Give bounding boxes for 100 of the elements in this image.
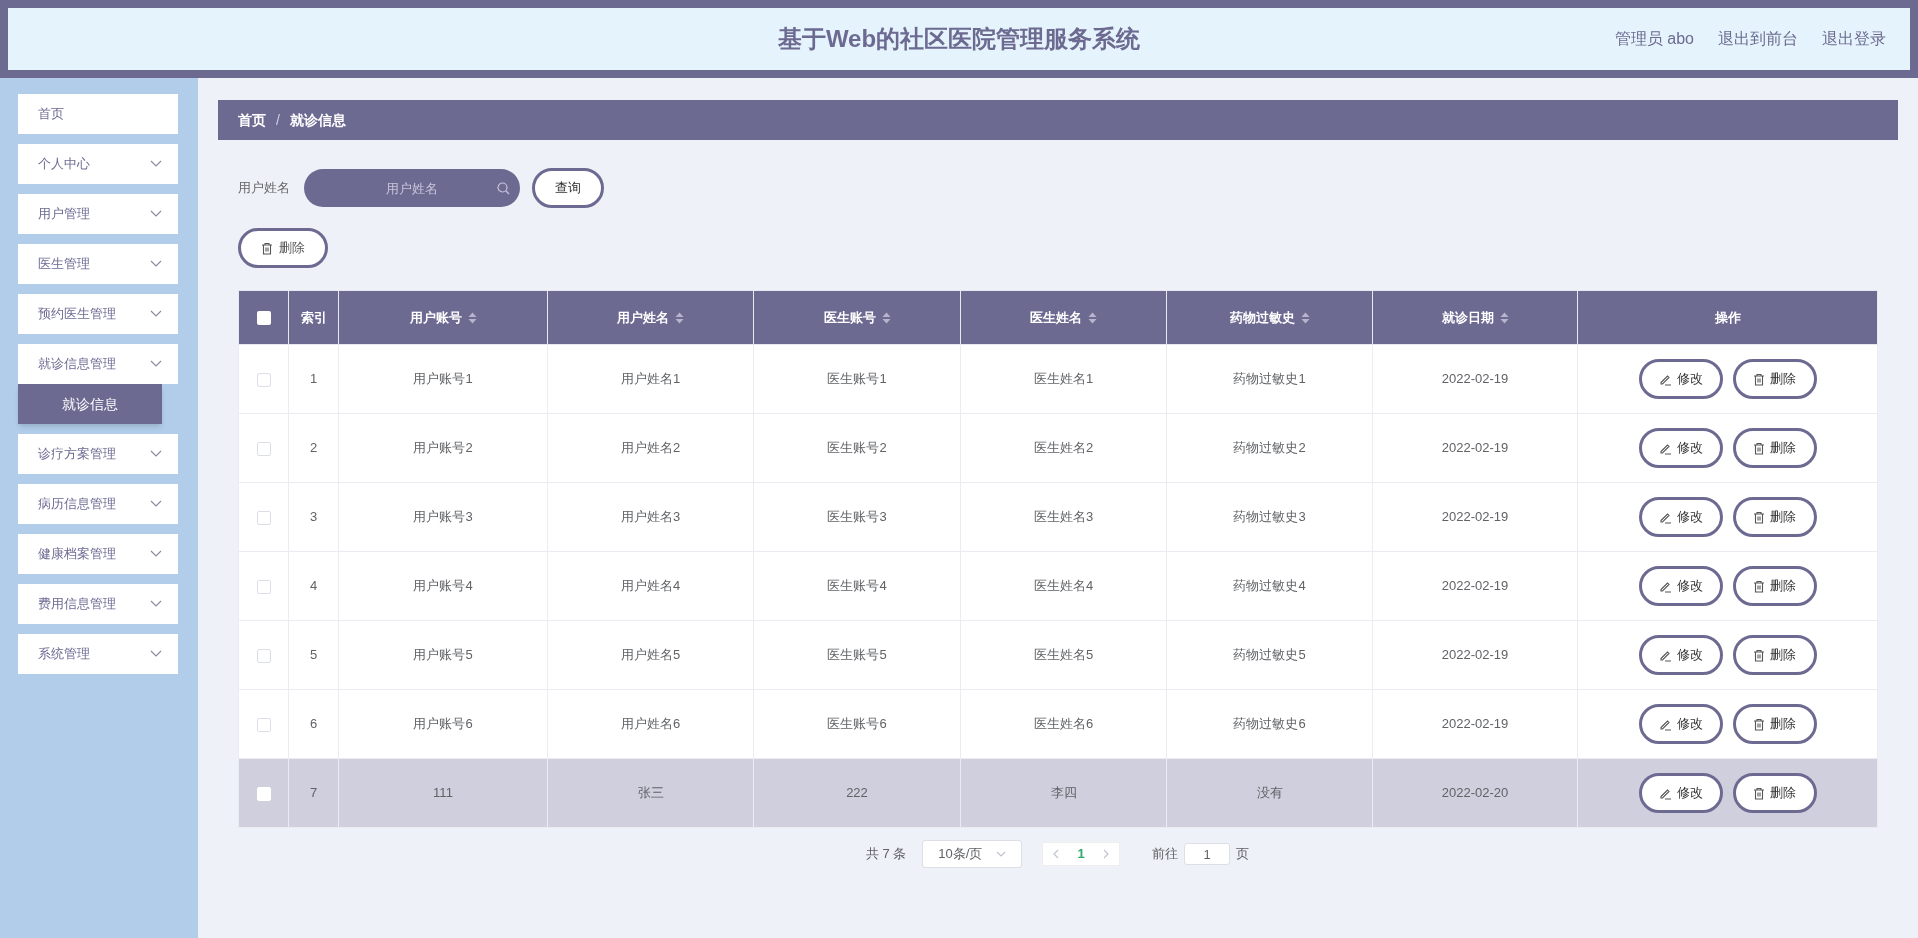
header-link[interactable]: 退出到前台 xyxy=(1718,27,1798,51)
sort-icon[interactable] xyxy=(881,311,891,324)
breadcrumb-link[interactable]: 首页 xyxy=(238,109,266,131)
chevron-down-icon xyxy=(150,360,162,368)
edit-button[interactable]: 修改 xyxy=(1638,497,1723,537)
chevron-down-icon xyxy=(150,160,162,168)
edit-button[interactable]: 修改 xyxy=(1638,428,1723,468)
app-title: 基于Web的社区医院管理服务系统 xyxy=(777,25,1141,52)
search-icon xyxy=(497,181,510,195)
submenu-item[interactable]: 就诊信息 xyxy=(18,384,162,424)
sort-icon[interactable] xyxy=(467,311,477,324)
table-cell: 用户账号4 xyxy=(413,578,473,594)
table-cell: 2022-02-19 xyxy=(1441,647,1509,663)
delete-button[interactable]: 删除 xyxy=(1732,359,1817,399)
header-text: 用户姓名 xyxy=(617,308,669,327)
chevron-down-icon xyxy=(150,500,162,508)
table-cell: 用户姓名1 xyxy=(620,371,681,387)
table-cell: 药物过敏史5 xyxy=(1233,647,1306,663)
sidebar-item[interactable]: 用户管理 xyxy=(18,194,178,234)
table-cell: 医生姓名2 xyxy=(1033,440,1094,456)
table-cell: 用户账号6 xyxy=(413,716,473,732)
delete-button[interactable]: 删除 xyxy=(1732,428,1817,468)
header-text: 用户账号 xyxy=(409,308,462,327)
delete-button[interactable]: 删除 xyxy=(238,228,328,268)
chevron-down-icon xyxy=(150,210,162,218)
table-cell: 医生账号2 xyxy=(827,440,887,456)
sidebar-item[interactable]: 就诊信息管理 xyxy=(18,344,178,384)
sidebar-item[interactable]: 个人中心 xyxy=(18,144,178,184)
edit-button[interactable]: 修改 xyxy=(1638,359,1723,399)
delete-button[interactable]: 删除 xyxy=(1732,497,1817,537)
delete-button[interactable]: 删除 xyxy=(1732,773,1817,813)
sidebar-item[interactable]: 健康档案管理 xyxy=(18,534,178,574)
pencil-icon xyxy=(1658,510,1672,524)
goto-label: 前往 xyxy=(1152,845,1179,864)
table-cell: 2022-02-19 xyxy=(1441,716,1509,732)
table-cell: 药物过敏史2 xyxy=(1233,440,1306,456)
table-cell: 医生姓名4 xyxy=(1033,578,1094,594)
table-cell: 6 xyxy=(309,716,318,732)
chevron-down-icon xyxy=(150,310,162,318)
trash-icon xyxy=(1753,717,1765,731)
sidebar-item[interactable]: 系统管理 xyxy=(18,634,178,674)
edit-button[interactable]: 修改 xyxy=(1638,773,1723,813)
pencil-icon xyxy=(1658,372,1672,386)
row-checkbox[interactable] xyxy=(256,579,271,594)
row-checkbox[interactable] xyxy=(256,441,271,456)
table-cell: 医生姓名3 xyxy=(1033,509,1094,525)
select-all-checkbox[interactable] xyxy=(256,311,271,326)
table-cell: 111 xyxy=(433,785,453,801)
row-checkbox[interactable] xyxy=(256,372,271,387)
table-cell: 医生姓名6 xyxy=(1033,716,1094,732)
pencil-icon xyxy=(1658,579,1672,593)
header-text: 操作 xyxy=(1714,308,1741,327)
sidebar-item[interactable]: 预约医生管理 xyxy=(18,294,178,334)
table-cell: 用户账号3 xyxy=(413,509,473,525)
table-cell: 张三 xyxy=(637,785,664,801)
table-cell: 2 xyxy=(309,440,318,456)
user-label: 管理员 abo xyxy=(1614,29,1694,49)
row-checkbox[interactable] xyxy=(256,648,271,663)
table-cell: 5 xyxy=(309,647,318,663)
trash-icon xyxy=(1753,579,1765,593)
sort-icon[interactable] xyxy=(1300,311,1310,324)
table-cell: 药物过敏史6 xyxy=(1233,716,1306,732)
sidebar-item[interactable]: 医生管理 xyxy=(18,244,178,284)
breadcrumb-separator: / xyxy=(276,110,280,130)
pencil-icon xyxy=(1658,648,1672,662)
delete-button[interactable]: 删除 xyxy=(1732,704,1817,744)
page-size-select[interactable]: 10条/页 xyxy=(922,840,1023,868)
table-cell: 2022-02-20 xyxy=(1441,785,1509,801)
sort-icon[interactable] xyxy=(1499,311,1509,324)
header-text: 就诊日期 xyxy=(1441,308,1494,327)
sidebar-item[interactable]: 费用信息管理 xyxy=(18,584,178,624)
edit-button[interactable]: 修改 xyxy=(1638,704,1723,744)
search-field[interactable]: 用户姓名 xyxy=(304,169,520,207)
query-button[interactable]: 查询 xyxy=(532,168,604,208)
sidebar-item[interactable]: 首页 xyxy=(18,94,178,134)
chevron-down-icon xyxy=(150,550,162,558)
table-cell: 用户姓名4 xyxy=(620,578,681,594)
chevron-down-icon xyxy=(150,650,162,658)
table-cell: 医生姓名1 xyxy=(1033,371,1094,387)
sidebar-item[interactable]: 诊疗方案管理 xyxy=(18,434,178,474)
header-link[interactable]: 退出登录 xyxy=(1822,27,1886,51)
delete-button[interactable]: 删除 xyxy=(1732,635,1817,675)
breadcrumb-link[interactable]: 就诊信息 xyxy=(289,109,346,131)
chevron-down-icon xyxy=(150,450,162,458)
row-checkbox[interactable] xyxy=(256,717,271,732)
edit-button[interactable]: 修改 xyxy=(1638,566,1723,606)
table-cell: 药物过敏史1 xyxy=(1233,371,1306,387)
page-input[interactable]: 1 xyxy=(1184,843,1231,865)
table-cell: 没有 xyxy=(1256,785,1283,801)
sort-icon[interactable] xyxy=(1088,311,1097,324)
row-checkbox[interactable] xyxy=(256,510,271,525)
table-cell: 李四 xyxy=(1050,785,1077,801)
table-cell: 用户姓名3 xyxy=(620,509,681,525)
delete-button[interactable]: 删除 xyxy=(1732,566,1817,606)
table-cell: 222 xyxy=(846,785,868,801)
field-label: 用户姓名 xyxy=(238,179,290,198)
table-cell: 医生账号5 xyxy=(827,647,887,663)
sort-icon[interactable] xyxy=(675,311,684,324)
edit-button[interactable]: 修改 xyxy=(1638,635,1723,675)
sidebar-item[interactable]: 病历信息管理 xyxy=(18,484,178,524)
